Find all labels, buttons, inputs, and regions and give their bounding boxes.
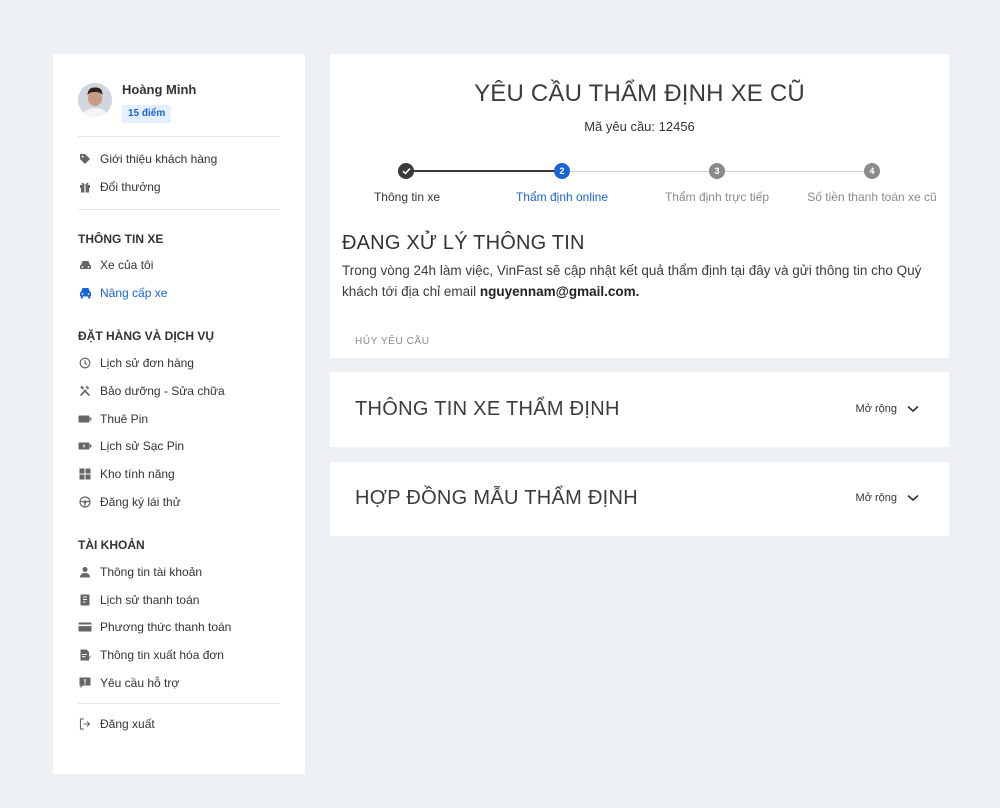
step-done-icon [398,163,414,179]
request-id: Mã yêu cầu: 12456 [584,119,695,134]
steering-wheel-icon [78,495,92,509]
sidebar-item-label: Lịch sử đơn hàng [100,356,194,371]
charging-icon [78,439,92,453]
step-number: 4 [864,163,880,179]
accordion-vehicle-appraisal[interactable]: THÔNG TIN XE THẨM ĐỊNH Mở rộng [330,372,949,447]
page-title: YÊU CẦU THẨM ĐỊNH XE CŨ [474,80,805,107]
sidebar-item-label: Nâng cấp xe [100,286,168,301]
chevron-down-icon [907,494,919,502]
section-orders-services: ĐẶT HÀNG VÀ DỊCH VỤ Lịch sử đơn hàng Bảo… [78,329,280,516]
sidebar-item-label: Yêu cầu hỗ trợ [100,676,180,691]
section-title: THÔNG TIN XE [78,231,164,246]
sidebar-item-car-upgrade[interactable]: Nâng cấp xe [78,279,280,307]
chevron-down-icon [907,405,919,413]
sidebar-item-payment-methods[interactable]: Phương thức thanh toán [78,614,280,642]
sidebar-item-label: Xe của tôi [100,258,154,273]
user-name: Hoàng Minh [122,82,197,97]
battery-icon [78,412,92,426]
sidebar-item-label: Đổi thưởng [100,179,161,194]
step-label: Thẩm định online [515,190,609,204]
sidebar: Hoàng Minh 15 điểm Giới thiệu khách hàng… [53,54,305,774]
sidebar-item-label: Thông tin xuất hóa đơn [100,648,224,663]
progress-stepper: 2 3 4 Thông tin xe Thẩm định online Thẩm… [330,162,949,212]
tag-icon [78,152,92,166]
sidebar-item-label: Lịch sử Sạc Pin [100,439,185,454]
logout-label: Đăng xuất [100,716,155,731]
step-number: 3 [709,163,725,179]
tools-icon [78,384,92,398]
logout-button[interactable]: Đăng xuất [78,710,280,738]
sidebar-item-test-drive[interactable]: Đăng ký lái thử [78,488,280,516]
avatar[interactable] [78,83,112,117]
step-label: Số tiền thanh toán xe cũ [807,190,937,204]
sidebar-item-label: Giới thiệu khách hàng [100,151,218,166]
step-label: Thẩm định trực tiếp [664,190,770,204]
car-front-icon [78,286,92,300]
sidebar-item-label: Bảo dưỡng - Sửa chữa [100,383,225,398]
sidebar-item-support-request[interactable]: Yêu cầu hỗ trợ [78,669,280,697]
sidebar-item-label: Thông tin tài khoản [100,564,203,579]
expand-toggle[interactable]: Mở rộng [856,492,919,504]
logout-block: Đăng xuất [78,702,280,738]
sidebar-item-label: Đăng ký lái thử [100,495,181,510]
sidebar-item-label: Lịch sử thanh toán [100,592,200,607]
sidebar-item-invoice-info[interactable]: Thông tin xuất hóa đơn [78,641,280,669]
section-title: ĐẶT HÀNG VÀ DỊCH VỤ [78,329,215,344]
sidebar-item-label: Phương thức thanh toán [100,620,232,635]
sidebar-item-label: Thuê Pin [100,411,149,426]
expand-toggle[interactable]: Mở rộng [856,403,919,415]
section-title: TÀI KHOẢN [78,537,145,552]
sidebar-item-referral[interactable]: Giới thiệu khách hàng [78,145,280,173]
accordion-title: THÔNG TIN XE THẨM ĐỊNH [355,398,620,420]
cancel-request-button[interactable]: HỦY YÊU CẦU [355,336,430,347]
sidebar-item-account-info[interactable]: Thông tin tài khoản [78,558,280,586]
email-text: nguyennam@gmail.com. [479,284,640,299]
step-connector [406,170,562,172]
invoice-icon [78,648,92,662]
expand-label: Mở rộng [855,403,897,415]
accordion-appraisal-contract[interactable]: HỢP ĐỒNG MẪU THẨM ĐỊNH Mở rộng [330,462,949,536]
sidebar-item-label: Kho tính năng [100,467,175,482]
points-badge: 15 điểm [122,105,172,123]
sidebar-item-my-car[interactable]: Xe của tôi [78,252,280,280]
user-icon [78,565,92,579]
profile-block: Hoàng Minh 15 điểm [78,54,280,137]
sidebar-item-feature-store[interactable]: Kho tính năng [78,460,280,488]
history-icon [78,356,92,370]
status-title: ĐANG XỬ LÝ THÔNG TIN [342,232,585,254]
expand-label: Mở rộng [855,492,897,504]
credit-card-icon [78,620,92,634]
status-description: Trong vòng 24h làm việc, VinFast sẽ cập … [342,260,932,302]
sidebar-item-order-history[interactable]: Lịch sử đơn hàng [78,349,280,377]
receipt-icon [78,593,92,607]
top-links: Giới thiệu khách hàng Đổi thưởng [78,137,280,210]
section-vehicle-info: THÔNG TIN XE Xe của tôi Nâng cấp xe [78,232,280,308]
car-icon [78,258,92,272]
gift-icon [78,180,92,194]
section-account: TÀI KHOẢN Thông tin tài khoản Lịch sử th… [78,538,280,697]
sidebar-item-payment-history[interactable]: Lịch sử thanh toán [78,586,280,614]
grid-icon [78,467,92,481]
support-icon [78,676,92,690]
logout-icon [78,717,92,731]
accordion-title: HỢP ĐỒNG MẪU THẨM ĐỊNH [355,487,639,509]
step-number: 2 [554,163,570,179]
sidebar-item-maintenance[interactable]: Bảo dưỡng - Sửa chữa [78,377,280,405]
sidebar-item-charging-history[interactable]: Lịch sử Sạc Pin [78,433,280,461]
sidebar-item-battery-rental[interactable]: Thuê Pin [78,405,280,433]
step-label: Thông tin xe [373,190,441,204]
sidebar-item-rewards[interactable]: Đổi thưởng [78,173,280,201]
